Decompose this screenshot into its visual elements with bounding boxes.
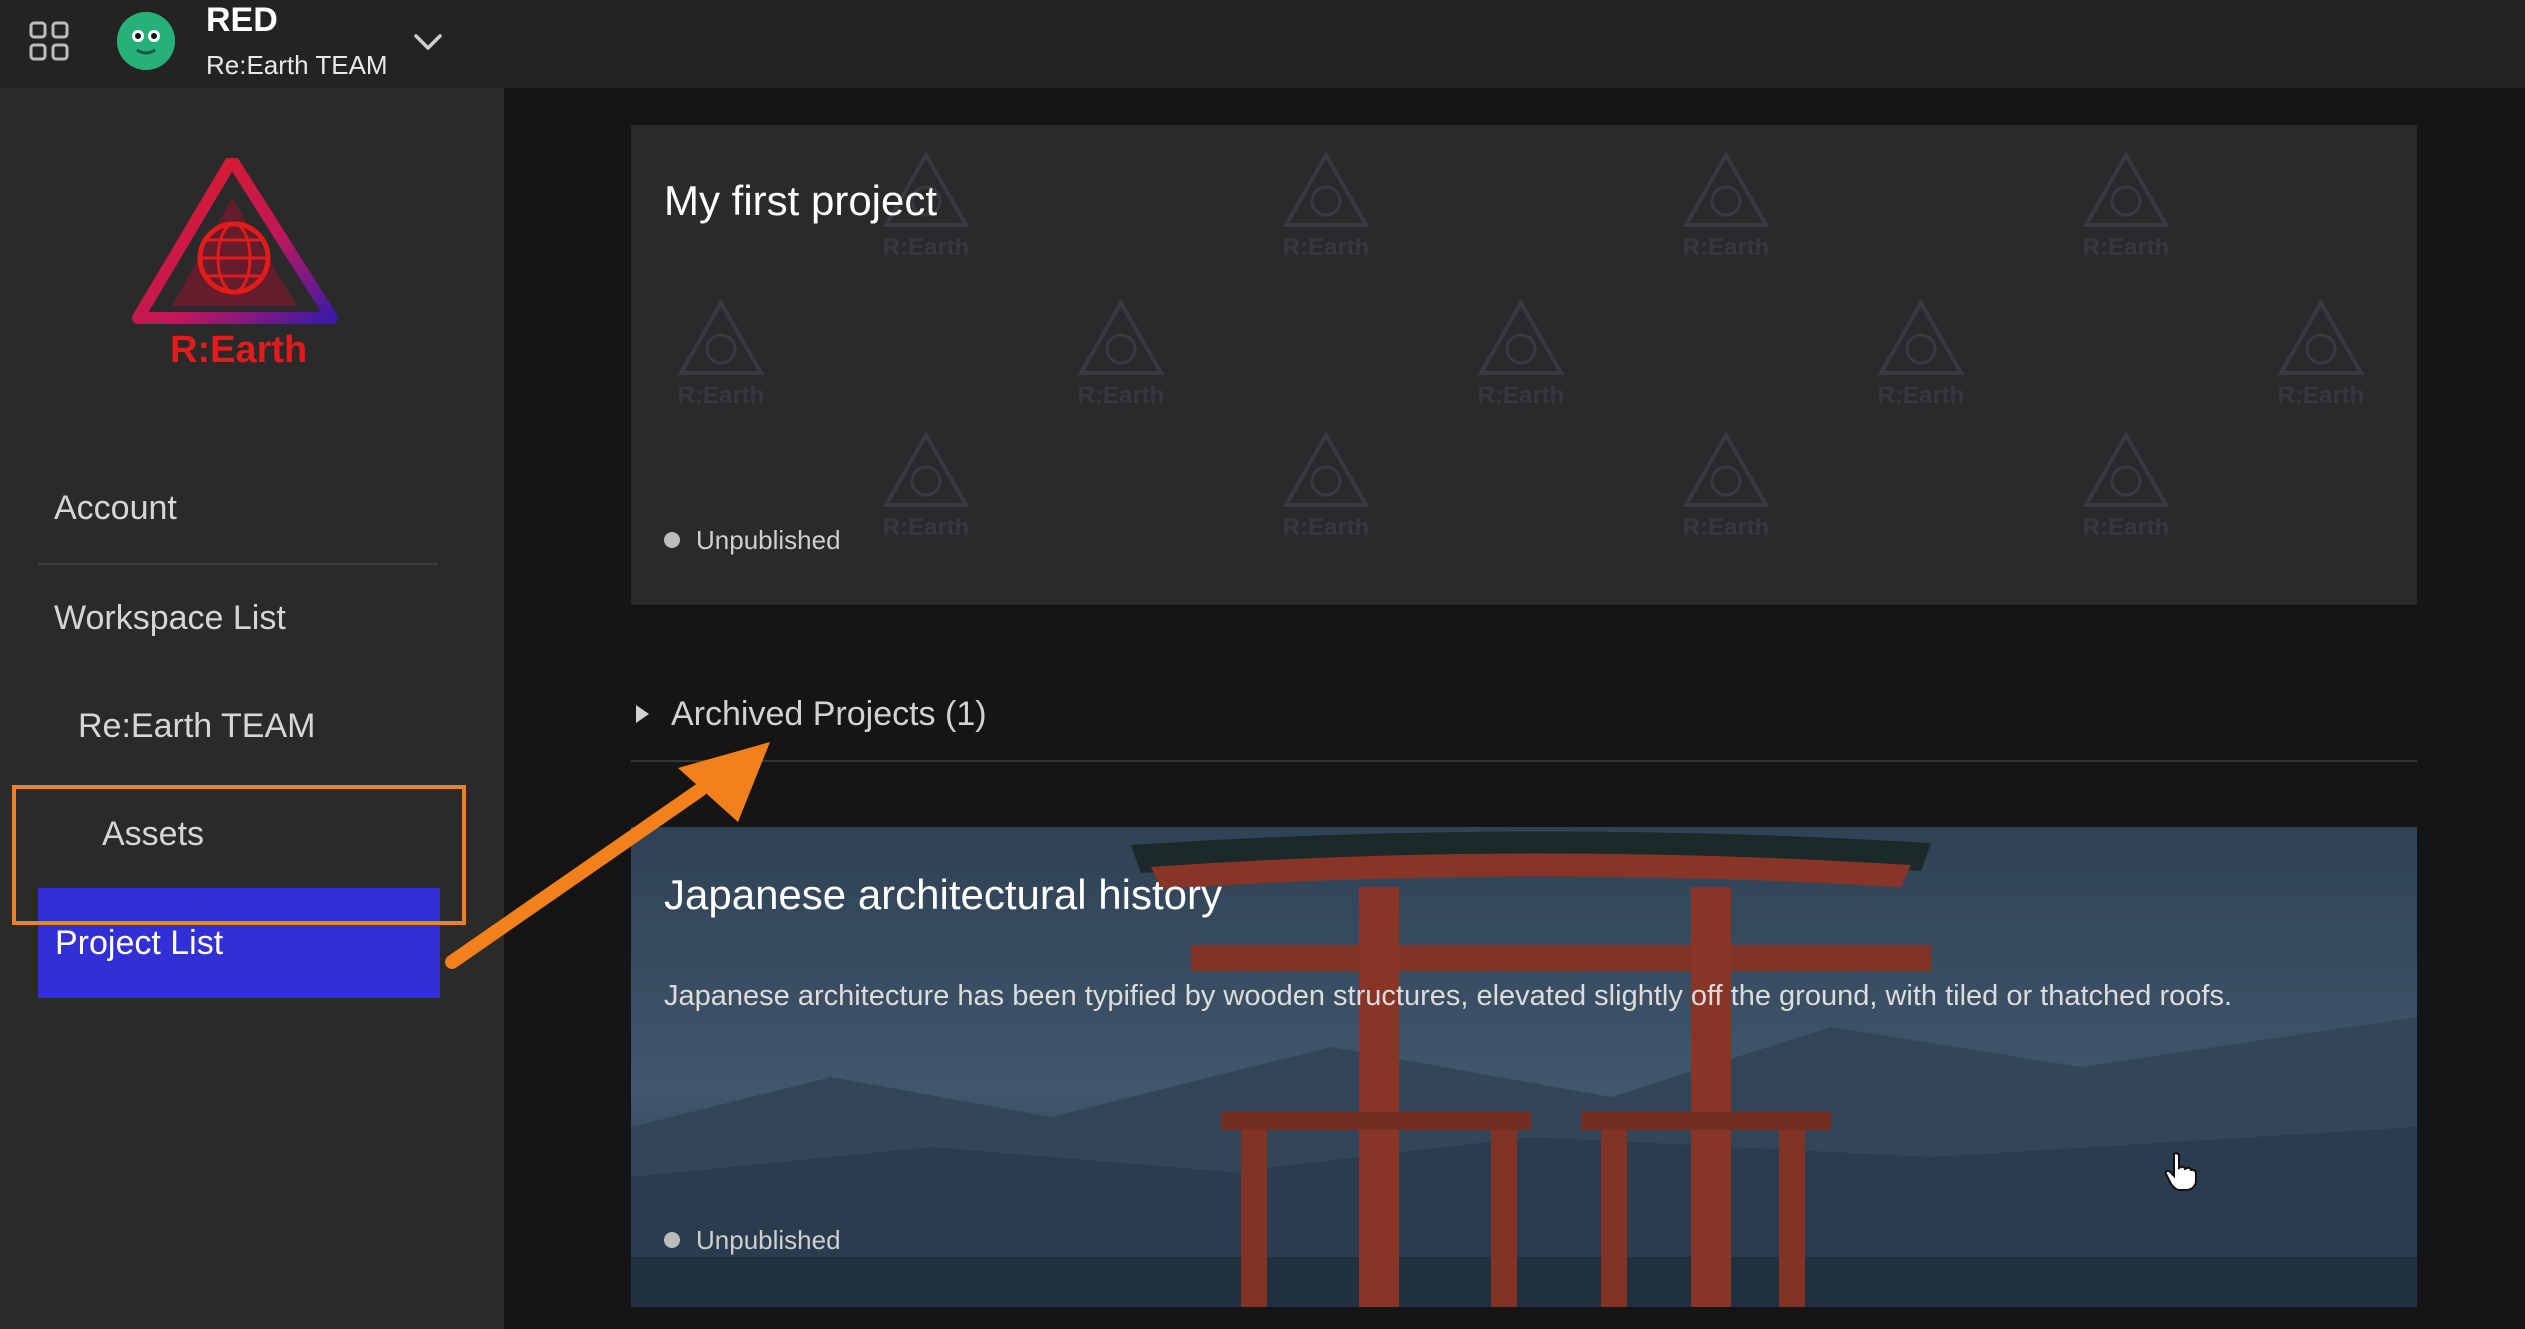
project-status: Unpublished <box>664 1223 841 1257</box>
sidebar-divider <box>38 563 438 565</box>
sidebar-item-account[interactable]: Account <box>54 486 177 530</box>
archived-projects-label: Archived Projects (1) <box>671 695 987 733</box>
sidebar-item-workspace-list[interactable]: Workspace List <box>54 596 286 640</box>
project-card-japanese-architectural-history[interactable]: Japanese architectural history Japanese … <box>631 827 2417 1307</box>
sidebar-item-project-list-label: Project List <box>55 924 224 962</box>
reearth-logo-icon <box>132 154 338 324</box>
chevron-down-icon[interactable] <box>410 24 446 60</box>
avatar-icon[interactable] <box>117 12 175 70</box>
project-card-my-first-project[interactable]: R:Earth My first project Unpublished <box>631 125 2417 605</box>
status-dot-icon <box>664 1232 680 1249</box>
hand-cursor-icon <box>2164 1152 2197 1191</box>
project-description: Japanese architecture has been typified … <box>664 980 2233 1012</box>
project-status: Unpublished <box>664 523 841 557</box>
annotation-highlight-box <box>12 785 466 925</box>
project-title: Japanese architectural history <box>664 871 1222 918</box>
reearth-logo: R:Earth <box>132 154 342 388</box>
status-dot-icon <box>664 532 680 549</box>
caret-right-icon <box>636 705 649 724</box>
apps-grid-icon[interactable] <box>28 20 70 62</box>
project-status-text: Unpublished <box>696 1225 841 1255</box>
archived-projects-toggle[interactable]: Archived Projects (1) <box>636 690 987 738</box>
project-status-text: Unpublished <box>696 525 841 555</box>
sidebar-item-team[interactable]: Re:Earth TEAM <box>78 704 315 748</box>
user-name: RED <box>206 1 278 39</box>
current-team-name: Re:Earth TEAM <box>206 50 388 80</box>
project-title: My first project <box>664 177 938 224</box>
archived-divider <box>631 760 2417 762</box>
sidebar: R:Earth Account Workspace List Re:Earth … <box>0 88 504 1329</box>
logo-text: R:Earth <box>170 329 308 371</box>
top-header: RED Re:Earth TEAM <box>0 0 2525 88</box>
